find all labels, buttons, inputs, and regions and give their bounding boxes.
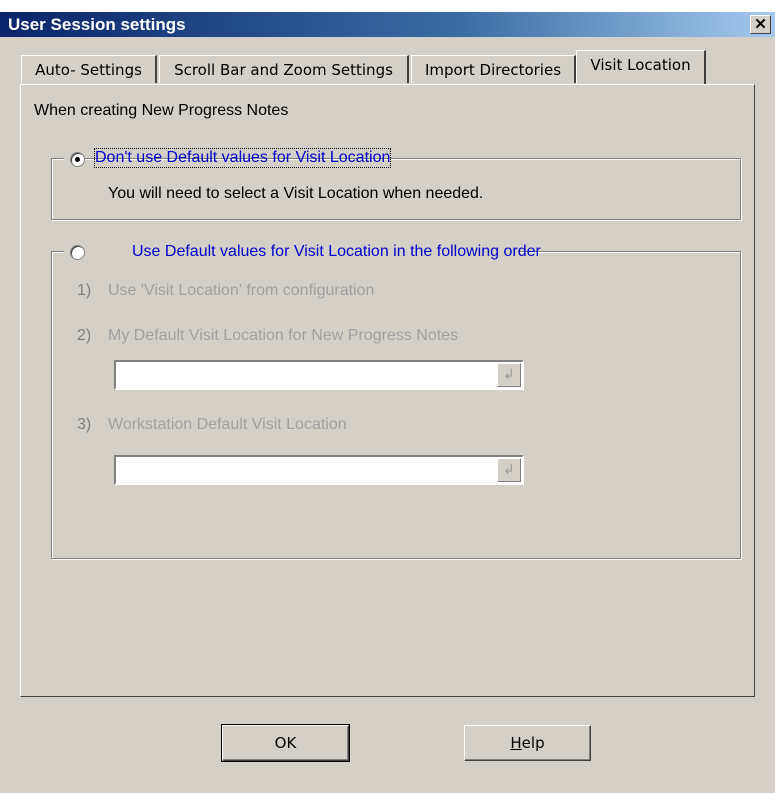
item3-number: 3) <box>77 416 92 433</box>
ok-button[interactable]: OK <box>221 724 350 762</box>
option1-legend[interactable]: Don't use Default values for Visit Locat… <box>64 148 392 169</box>
dropdown-arrow-icon: ↲ <box>503 462 515 478</box>
ok-label: OK <box>274 734 297 752</box>
help-label: Help <box>510 734 545 752</box>
radio-selected-dot <box>75 157 80 162</box>
item1-number: 1) <box>77 282 92 299</box>
item3-text: Workstation Default Visit Location <box>108 416 347 433</box>
window-title: User Session settings <box>8 15 186 34</box>
tab-import-directories[interactable]: Import Directories <box>411 55 576 83</box>
my-default-visit-location-combo[interactable]: ↲ <box>114 360 524 390</box>
option2-radio[interactable] <box>70 245 85 260</box>
tab-visit-location[interactable]: Visit Location <box>576 50 706 84</box>
option2-legend[interactable]: Use Default values for Visit Location in… <box>64 242 541 262</box>
tab-scroll-bar-zoom[interactable]: Scroll Bar and Zoom Settings <box>159 55 409 83</box>
close-button[interactable]: ✕ <box>750 15 771 34</box>
item2-text: My Default Visit Location for New Progre… <box>108 327 459 344</box>
close-icon: ✕ <box>754 16 767 33</box>
option1-label[interactable]: Don't use Default values for Visit Locat… <box>93 148 392 168</box>
combo1-dropdown-button[interactable]: ↲ <box>497 363 521 387</box>
item1-text: Use 'Visit Location' from configuration <box>108 282 375 299</box>
help-button[interactable]: Help <box>464 725 591 761</box>
option2-label[interactable]: Use Default values for Visit Location in… <box>132 243 541 260</box>
tab-label: Import Directories <box>424 61 562 79</box>
section-heading: When creating New Progress Notes <box>34 102 289 119</box>
combo2-dropdown-button[interactable]: ↲ <box>497 458 521 482</box>
title-bar[interactable]: User Session settings ✕ <box>0 12 775 37</box>
tab-label: Visit Location <box>590 56 691 74</box>
option1-radio[interactable] <box>70 152 85 167</box>
tab-auto-settings[interactable]: Auto- Settings <box>21 55 157 83</box>
item2-number: 2) <box>77 327 92 344</box>
workstation-default-visit-location-combo[interactable]: ↲ <box>114 455 524 485</box>
dropdown-arrow-icon: ↲ <box>503 367 515 383</box>
tab-label: Scroll Bar and Zoom Settings <box>174 61 393 79</box>
top-strip <box>0 0 775 12</box>
option1-description: You will need to select a Visit Location… <box>108 185 484 202</box>
tab-label: Auto- Settings <box>35 61 142 79</box>
